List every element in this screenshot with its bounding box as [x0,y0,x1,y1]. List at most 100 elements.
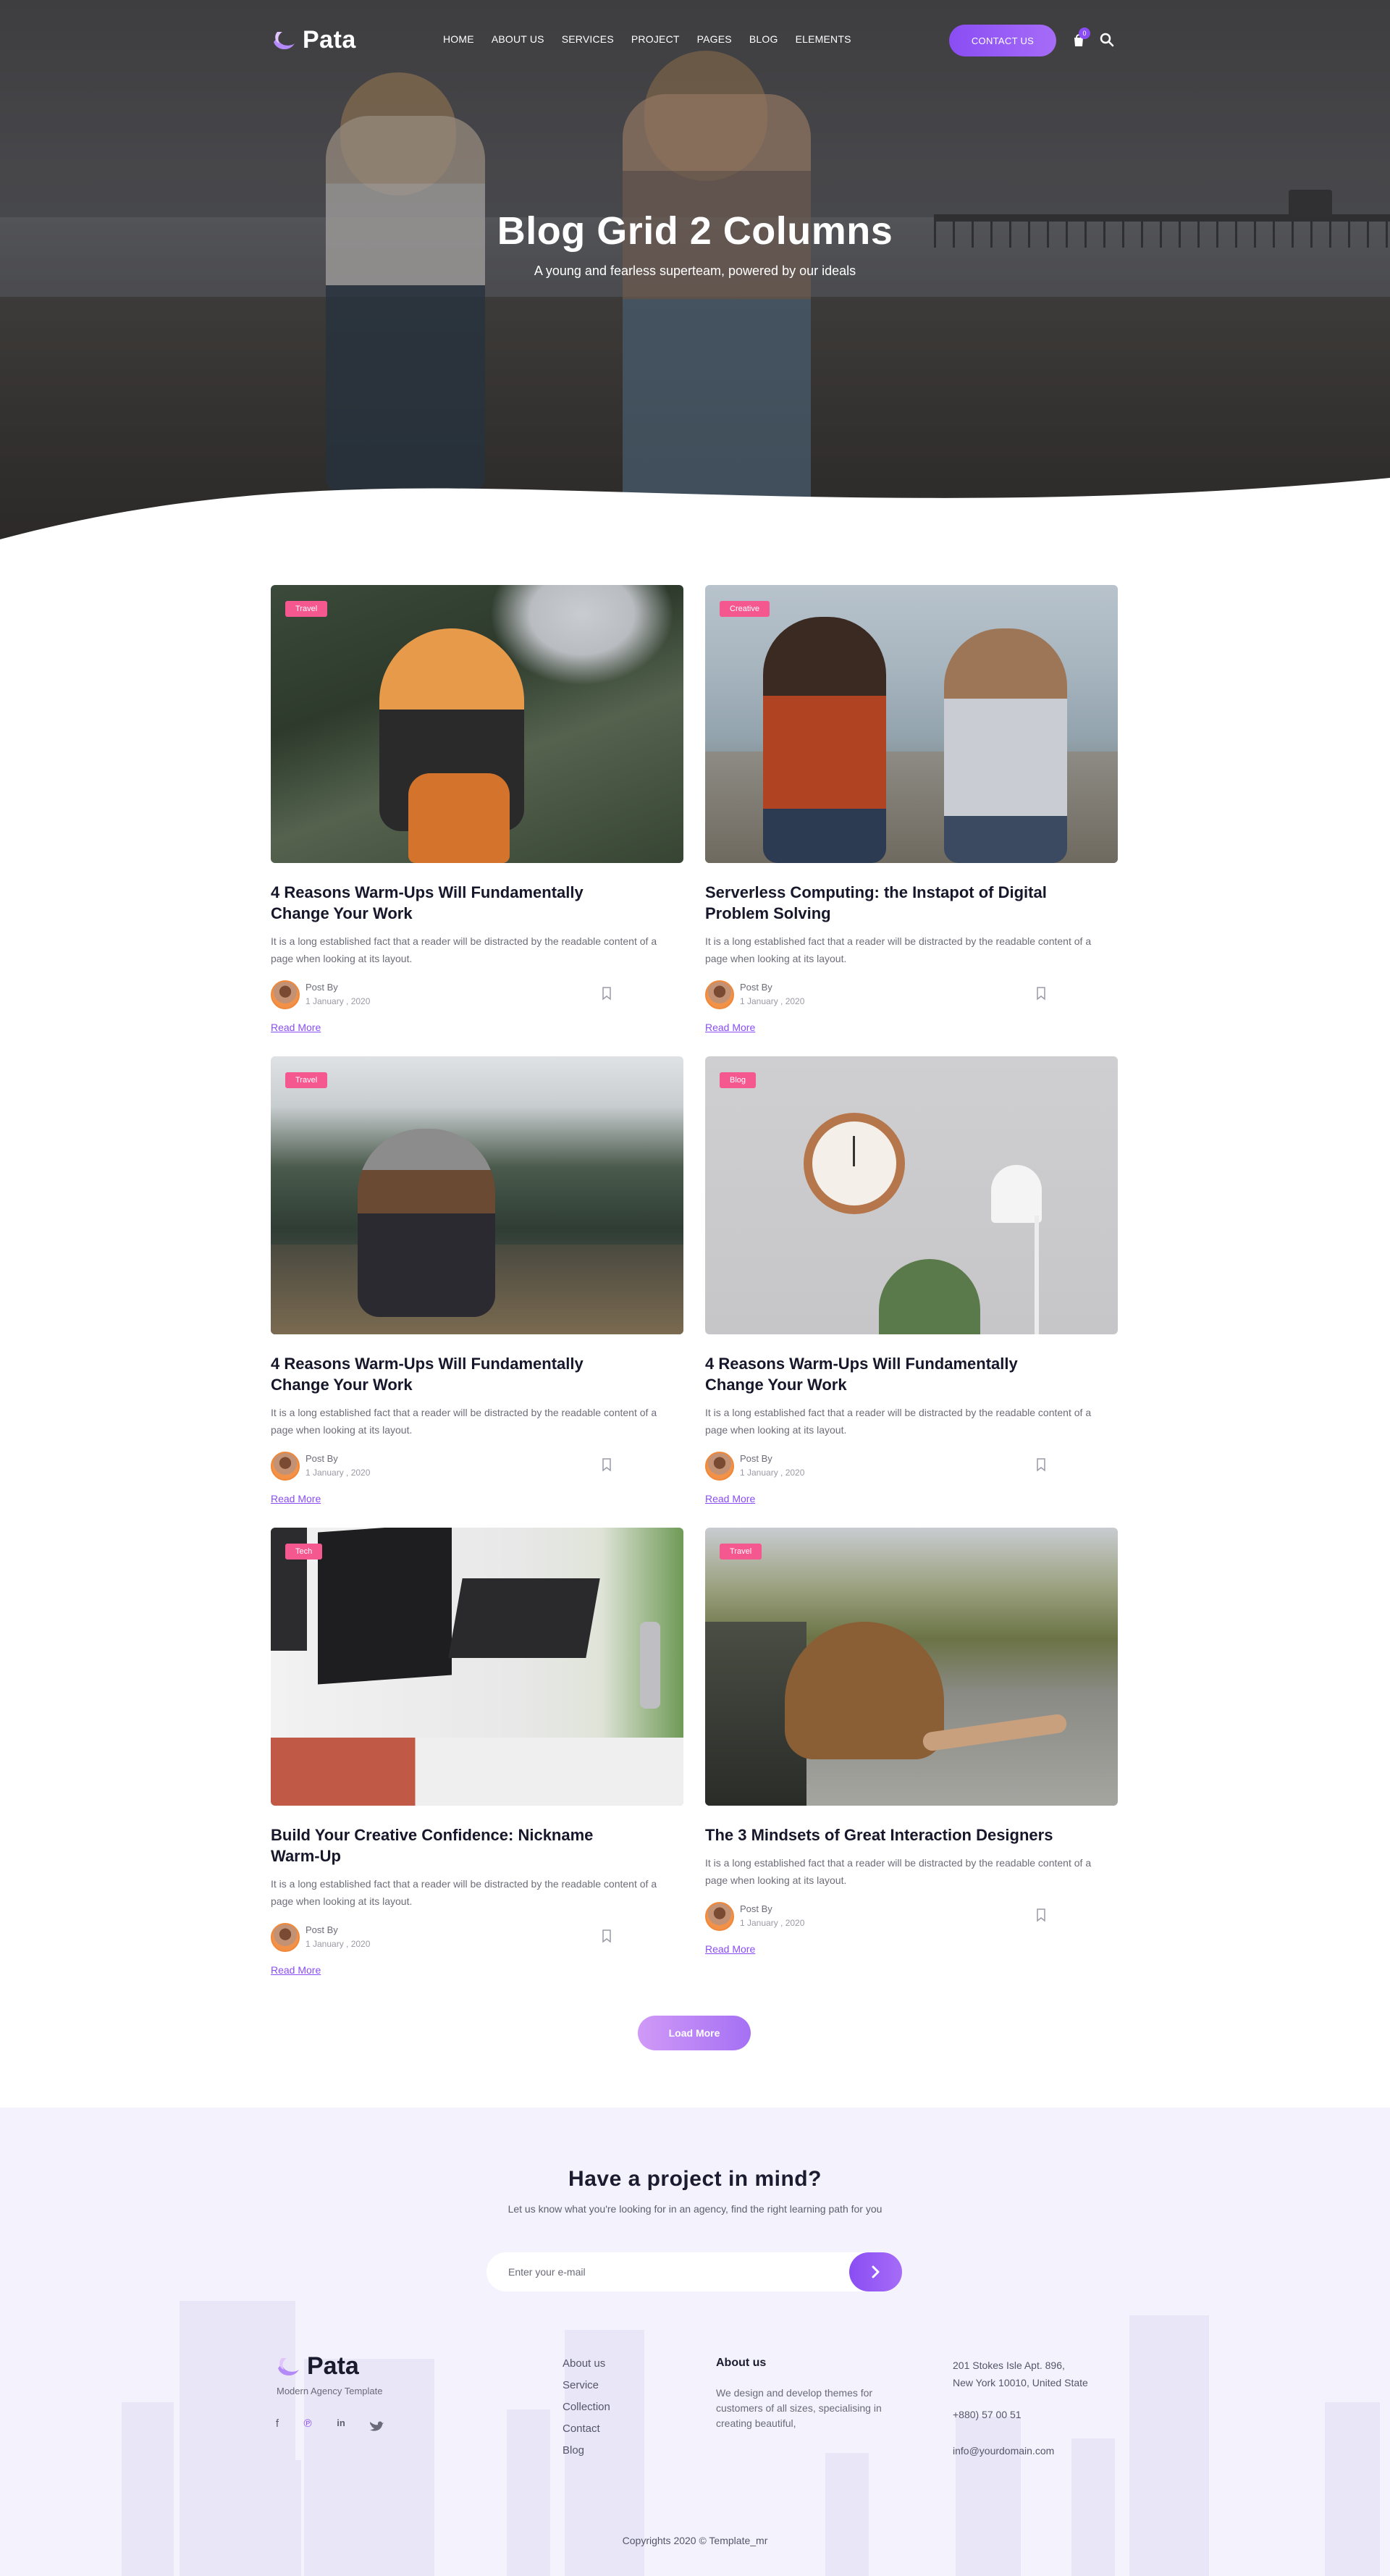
newsletter-subtitle: Let us know what you're looking for in a… [507,2203,883,2215]
category-tag[interactable]: Tech [285,1544,323,1560]
cart-count-badge: 0 [1079,28,1090,39]
bookmark-icon[interactable] [1035,1908,1047,1922]
hero-banner: Pata HOME ABOUT US SERVICES PROJECT PAGE… [0,0,1390,550]
footer-about-text: We design and develop themes for custome… [716,2387,882,2429]
category-tag[interactable]: Travel [285,1072,328,1088]
nav-item-project[interactable]: PROJECT [631,33,680,45]
category-tag[interactable]: Travel [720,1544,762,1560]
read-more-link[interactable]: Read More [705,1493,755,1504]
footer-phone[interactable]: +880) 57 00 51 [953,2409,1022,2420]
post-date: 1 January , 2020 [306,1939,371,1949]
city-building [507,2409,550,2576]
clock-hand [853,1136,855,1166]
post-title[interactable]: The 3 Mindsets of Great Interaction Desi… [705,1824,1067,1845]
logo-mark-icon [278,2357,299,2375]
contact-us-button[interactable]: CONTACT US [949,25,1056,56]
footer-link-service[interactable]: Service [563,2378,610,2393]
nav-item-blog[interactable]: BLOG [749,33,778,45]
post-meta: Post By 1 January , 2020 [271,1452,626,1481]
author-avatar[interactable] [271,980,300,1009]
author-avatar[interactable] [271,1923,300,1952]
author-avatar[interactable] [705,1902,734,1931]
bookmark-icon[interactable] [601,1929,612,1943]
post-image[interactable]: Travel [271,1056,683,1334]
city-building [825,2453,869,2576]
city-building [272,2460,301,2576]
nav-item-about-us[interactable]: ABOUT US [492,33,544,45]
post-image[interactable]: Travel [271,585,683,863]
post-title[interactable]: 4 Reasons Warm-Ups Will Fundamentally Ch… [705,1353,1067,1395]
twitter-icon[interactable] [368,2417,384,2433]
post-image[interactable]: Travel [705,1528,1118,1806]
post-title[interactable]: Build Your Creative Confidence: Nickname… [271,1824,633,1866]
read-more-link[interactable]: Read More [271,1964,321,1976]
monitor-center [318,1528,452,1685]
bottle [640,1622,660,1709]
post-image[interactable]: Tech [271,1528,683,1806]
facebook-icon[interactable]: f [269,2417,285,2433]
post-image[interactable]: Blog [705,1056,1118,1334]
laptop [448,1578,600,1658]
linkedin-icon[interactable]: in [333,2417,349,2433]
footer-link-collection[interactable]: Collection [563,2400,610,2415]
post-author-label: Post By [306,1924,338,1935]
author-avatar[interactable] [271,1452,300,1481]
city-building [956,2417,1021,2576]
read-more-link[interactable]: Read More [705,1943,755,1955]
woman-hair [785,1622,944,1759]
bookmark-icon[interactable] [1035,1457,1047,1472]
post-date: 1 January , 2020 [306,1468,371,1478]
post-title[interactable]: Serverless Computing: the Instapot of Di… [705,882,1067,924]
woman-left [763,617,886,863]
category-tag[interactable]: Creative [720,601,770,617]
bookmark-icon[interactable] [1035,986,1047,1001]
post-image[interactable]: Creative [705,585,1118,863]
bookmark-icon[interactable] [601,986,612,1001]
footer-logo[interactable]: Pata [275,2352,359,2381]
woman-sitting [358,1129,495,1317]
footer-email[interactable]: info@yourdomain.com [953,2445,1054,2457]
footer-tagline: Modern Agency Template [277,2386,383,2396]
page-title: Blog Grid 2 Columns [497,209,893,253]
email-input[interactable] [508,2252,827,2291]
footer-logo-text: Pata [307,2352,359,2380]
post-author-label: Post By [306,1453,338,1464]
read-more-link[interactable]: Read More [271,1022,321,1033]
post-meta: Post By 1 January , 2020 [705,1902,1060,1931]
post-excerpt: It is a long established fact that a rea… [705,1857,1092,1886]
category-tag[interactable]: Travel [285,601,328,617]
post-title[interactable]: 4 Reasons Warm-Ups Will Fundamentally Ch… [271,1353,633,1395]
lamp-stand [1035,1216,1039,1334]
logo-text: Pata [303,26,356,54]
author-avatar[interactable] [705,980,734,1009]
load-more-button[interactable]: Load More [638,2016,751,2050]
nav-item-pages[interactable]: PAGES [697,33,732,45]
nav-item-elements[interactable]: ELEMENTS [796,33,851,45]
footer-link-contact[interactable]: Contact [563,2422,610,2436]
post-date: 1 January , 2020 [306,996,371,1006]
plant [879,1259,980,1334]
author-avatar[interactable] [705,1452,734,1481]
pinterest-icon[interactable]: ℗ [300,2417,316,2433]
bookmark-icon[interactable] [601,1457,612,1472]
post-excerpt: It is a long established fact that a rea… [705,1407,1092,1436]
read-more-link[interactable]: Read More [705,1022,755,1033]
logo-mark-icon [274,31,295,49]
post-date: 1 January , 2020 [740,1468,805,1478]
nav-item-home[interactable]: HOME [443,33,474,45]
search-icon[interactable] [1099,32,1115,48]
city-building [122,2402,174,2576]
read-more-link[interactable]: Read More [271,1493,321,1504]
category-tag[interactable]: Blog [720,1072,757,1088]
post-meta: Post By 1 January , 2020 [271,980,626,1009]
footer: Have a project in mind? Let us know what… [0,2108,1390,2576]
post-author-label: Post By [740,982,772,993]
nav-item-services[interactable]: SERVICES [562,33,614,45]
post-date: 1 January , 2020 [740,996,805,1006]
post-title[interactable]: 4 Reasons Warm-Ups Will Fundamentally Ch… [271,882,633,924]
footer-link-blog[interactable]: Blog [563,2444,610,2458]
logo[interactable]: Pata [271,26,356,54]
chevron-right-icon [872,2265,880,2278]
footer-link-about-us[interactable]: About us [563,2357,610,2371]
subscribe-button[interactable] [849,2252,902,2291]
